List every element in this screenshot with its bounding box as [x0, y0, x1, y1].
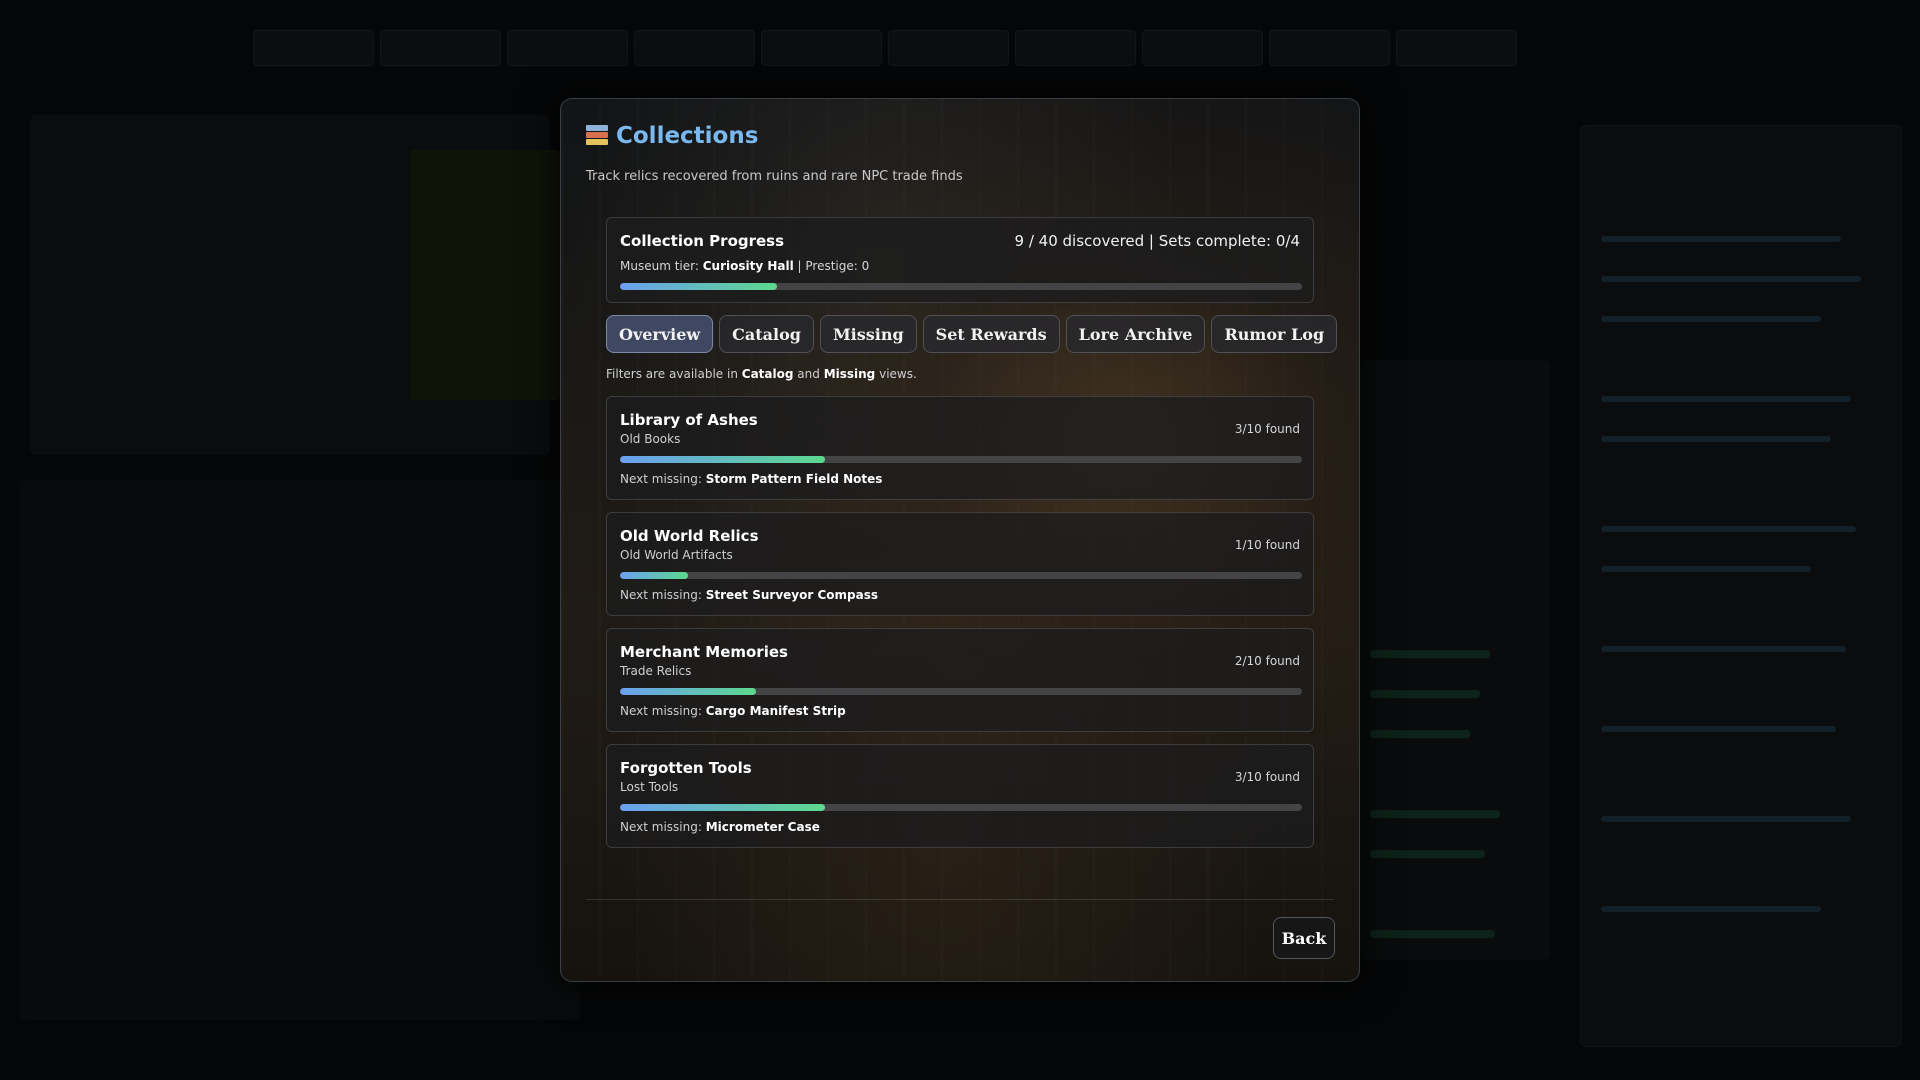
collection-found-count: 3/10 found [1234, 770, 1300, 784]
background-row [1370, 810, 1500, 818]
background-row [1370, 690, 1480, 698]
background-nav-tab [253, 30, 374, 66]
background-nav-tab [1142, 30, 1263, 66]
collection-name: Old World Relics [620, 527, 759, 545]
collection-found-count: 3/10 found [1234, 422, 1300, 436]
background-row [1370, 850, 1485, 858]
collection-card[interactable]: Old World Relics Old World Artifacts 1/1… [606, 512, 1314, 616]
collection-progress-fill [620, 456, 825, 463]
collection-progress-panel: Collection Progress 9 / 40 discovered | … [606, 217, 1314, 303]
collection-progress-bar [620, 804, 1302, 811]
collection-category: Old Books [620, 432, 681, 446]
tab-missing[interactable]: Missing [819, 315, 917, 353]
collections-modal: Collections Track relics recovered from … [560, 98, 1360, 982]
background-top-nav [250, 30, 1520, 66]
modal-title: Collections [616, 123, 759, 149]
filter-note-prefix: Filters are available in [606, 367, 738, 381]
next-missing-label: Next missing: [620, 820, 702, 834]
background-table [20, 480, 580, 1020]
next-missing: Next missing: Storm Pattern Field Notes [620, 472, 882, 486]
background-nav-tab [507, 30, 628, 66]
collection-card[interactable]: Forgotten Tools Lost Tools 3/10 found Ne… [606, 744, 1314, 848]
collection-found-count: 1/10 found [1234, 538, 1300, 552]
overall-progress-bar [620, 283, 1302, 290]
collection-progress-fill [620, 572, 689, 579]
background-nav-tab [634, 30, 755, 66]
background-row [1370, 730, 1470, 738]
collection-progress-fill [620, 688, 757, 695]
collection-name: Forgotten Tools [620, 759, 752, 777]
back-button[interactable]: Back [1273, 917, 1335, 959]
next-missing: Next missing: Cargo Manifest Strip [620, 704, 846, 718]
background-row [1601, 236, 1841, 242]
background-nav-tab [380, 30, 501, 66]
background-nav-tab [888, 30, 1009, 66]
collection-category: Trade Relics [620, 664, 692, 678]
background-card [410, 150, 560, 400]
filter-note: Filters are available in Catalog and Mis… [606, 367, 917, 381]
background-row [1601, 726, 1836, 732]
background-nav-tab [1015, 30, 1136, 66]
background-row [1601, 906, 1821, 912]
filter-note-missing: Missing [823, 367, 876, 381]
tab-bar: Overview Catalog Missing Set Rewards Lor… [606, 315, 1338, 353]
modal-header: Collections [586, 123, 758, 149]
filter-note-catalog: Catalog [741, 367, 794, 381]
background-row [1601, 316, 1821, 322]
collection-name: Library of Ashes [620, 411, 758, 429]
modal-subtitle: Track relics recovered from ruins and ra… [586, 169, 963, 184]
filter-note-suffix: views. [879, 367, 917, 381]
background-nav-tab [1396, 30, 1517, 66]
tab-catalog[interactable]: Catalog [719, 315, 814, 353]
progress-title: Collection Progress [620, 232, 785, 250]
collection-progress-bar [620, 456, 1302, 463]
books-icon [586, 125, 608, 147]
next-missing-item: Micrometer Case [705, 820, 820, 834]
collection-progress-bar [620, 572, 1302, 579]
collection-category: Old World Artifacts [620, 548, 733, 562]
collection-name: Merchant Memories [620, 643, 788, 661]
filter-note-and: and [797, 367, 820, 381]
next-missing: Next missing: Micrometer Case [620, 820, 820, 834]
collection-progress-bar [620, 688, 1302, 695]
next-missing-item: Storm Pattern Field Notes [705, 472, 883, 486]
background-row [1601, 276, 1861, 282]
background-row [1601, 396, 1851, 402]
background-row [1601, 646, 1846, 652]
collection-card[interactable]: Library of Ashes Old Books 3/10 found Ne… [606, 396, 1314, 500]
footer-divider [586, 899, 1334, 900]
progress-stats: 9 / 40 discovered | Sets complete: 0/4 [1014, 232, 1300, 250]
tab-overview[interactable]: Overview [606, 315, 714, 353]
tab-set-rewards[interactable]: Set Rewards [922, 315, 1060, 353]
tab-lore-archive[interactable]: Lore Archive [1065, 315, 1206, 353]
background-log-panel [1580, 125, 1902, 1047]
collection-card[interactable]: Merchant Memories Trade Relics 2/10 foun… [606, 628, 1314, 732]
next-missing-item: Cargo Manifest Strip [705, 704, 846, 718]
next-missing: Next missing: Street Surveyor Compass [620, 588, 878, 602]
background-row [1601, 566, 1811, 572]
background-nav-tab [761, 30, 882, 66]
tab-rumor-log[interactable]: Rumor Log [1211, 315, 1338, 353]
background-row [1370, 930, 1495, 938]
collection-progress-fill [620, 804, 825, 811]
overall-progress-fill [620, 283, 777, 290]
next-missing-label: Next missing: [620, 704, 702, 718]
background-row [1370, 650, 1490, 658]
prestige-text: | Prestige: 0 [797, 259, 870, 273]
collection-found-count: 2/10 found [1234, 654, 1300, 668]
tier-value: Curiosity Hall [702, 259, 794, 273]
background-nav-tab [1269, 30, 1390, 66]
background-row [1601, 436, 1831, 442]
next-missing-label: Next missing: [620, 472, 702, 486]
museum-tier: Museum tier: Curiosity Hall | Prestige: … [620, 259, 869, 273]
background-row [1601, 526, 1856, 532]
collection-category: Lost Tools [620, 780, 679, 794]
next-missing-label: Next missing: [620, 588, 702, 602]
background-list [1360, 360, 1550, 960]
tier-label: Museum tier: [620, 259, 699, 273]
next-missing-item: Street Surveyor Compass [705, 588, 878, 602]
background-row [1601, 816, 1851, 822]
